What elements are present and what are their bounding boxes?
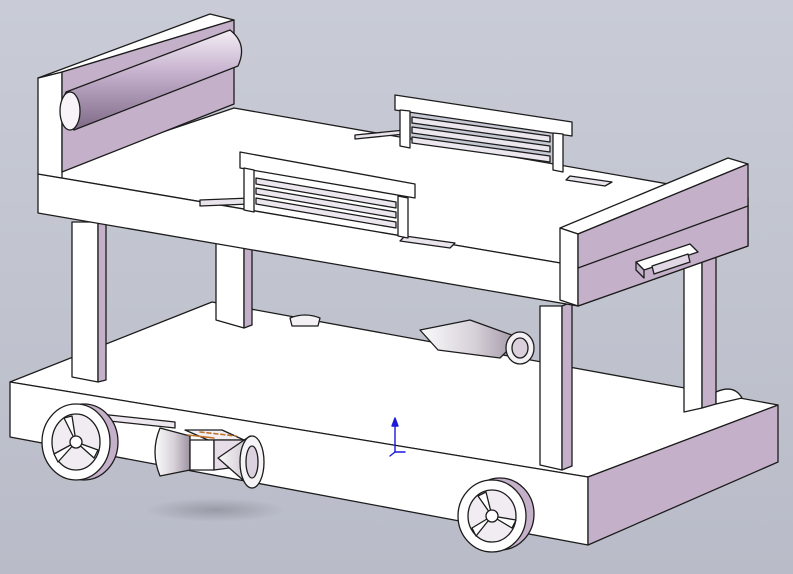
front-right-post[interactable] xyxy=(539,301,573,471)
wheel-hub xyxy=(485,509,499,523)
roller-end-cap xyxy=(59,91,81,131)
footboard-front xyxy=(559,227,579,307)
front-right-wheel[interactable] xyxy=(457,477,535,553)
front-blower-assembly[interactable] xyxy=(154,427,265,489)
cad-viewport[interactable] xyxy=(0,0,793,574)
rear-right-post[interactable] xyxy=(683,253,717,413)
blower-cone-left xyxy=(154,427,191,477)
blower-housing-front xyxy=(189,439,215,471)
headboard-front xyxy=(37,71,63,179)
ground-shadow xyxy=(145,498,285,522)
wheel-hub xyxy=(69,435,83,449)
rear-left-post[interactable] xyxy=(215,239,253,329)
front-left-post[interactable] xyxy=(71,217,107,383)
front-left-wheel[interactable] xyxy=(41,403,119,481)
